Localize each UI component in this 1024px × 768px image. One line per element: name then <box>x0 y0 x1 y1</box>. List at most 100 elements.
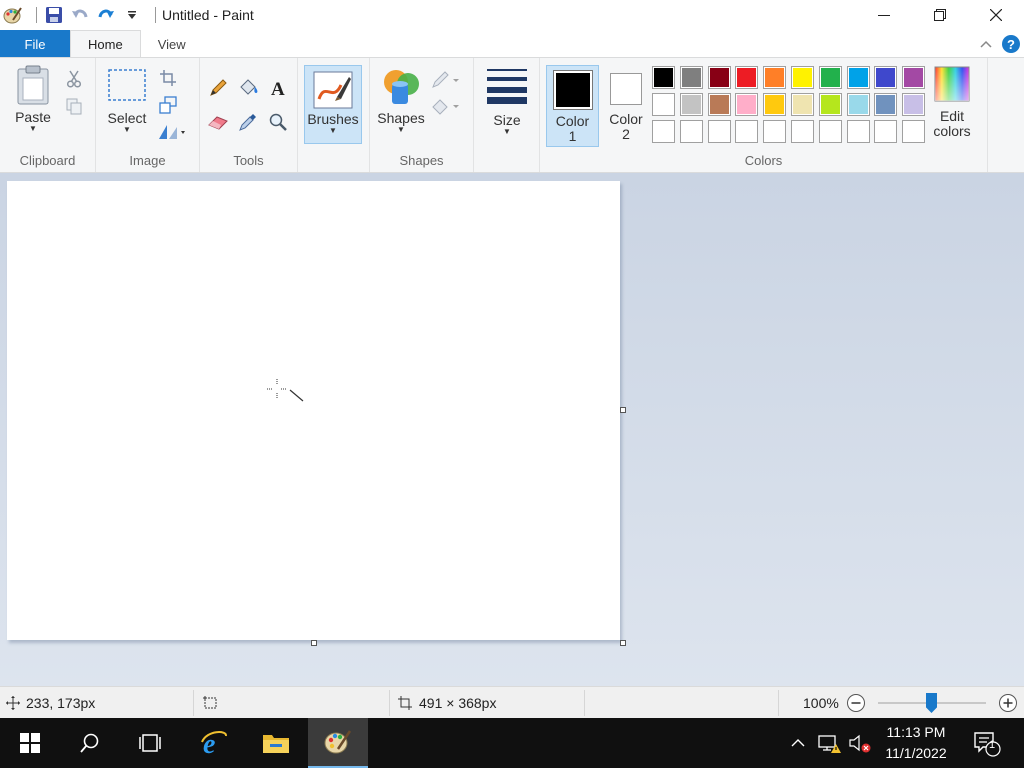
text-icon[interactable]: A <box>266 76 290 100</box>
window-title: Untitled - Paint <box>162 7 254 23</box>
palette-swatch[interactable] <box>763 66 787 89</box>
eraser-icon[interactable] <box>206 110 230 134</box>
brushes-dropdown-icon: ▼ <box>329 126 337 135</box>
internet-explorer-button[interactable]: e <box>184 718 244 768</box>
clock[interactable]: 11:13 PM 11/1/2022 <box>872 722 960 764</box>
size-button[interactable]: Size ▼ <box>482 66 532 144</box>
brushes-button[interactable]: Brushes ▼ <box>304 65 362 144</box>
customize-qat-icon[interactable] <box>121 4 143 26</box>
resize-handle-right[interactable] <box>620 407 626 413</box>
palette-swatch-fill <box>904 122 924 141</box>
palette-swatch[interactable] <box>846 93 870 116</box>
palette-swatch[interactable] <box>735 120 759 143</box>
palette-swatch[interactable] <box>902 120 926 143</box>
search-button[interactable] <box>60 718 120 768</box>
tab-file[interactable]: File <box>0 30 70 58</box>
zoom-in-button[interactable] <box>998 687 1018 719</box>
start-button[interactable] <box>0 718 60 768</box>
palette-swatch[interactable] <box>707 93 731 116</box>
palette-swatch[interactable] <box>846 120 870 143</box>
volume-button[interactable] <box>846 718 874 768</box>
action-center-button[interactable]: 1 <box>966 718 1006 768</box>
palette-swatch[interactable] <box>652 120 675 143</box>
status-divider <box>584 690 585 716</box>
edit-colors-button[interactable]: Edit colors <box>928 66 976 148</box>
chevron-up-icon <box>791 739 805 747</box>
pencil-icon[interactable] <box>206 76 230 100</box>
task-view-icon <box>139 734 161 752</box>
network-status-button[interactable] <box>814 718 844 768</box>
color1-button[interactable]: Color 1 <box>546 65 599 147</box>
palette-swatch[interactable] <box>874 66 898 89</box>
palette-swatch[interactable] <box>791 66 814 89</box>
minimize-button[interactable] <box>856 0 912 30</box>
resize-handle-corner[interactable] <box>620 640 626 646</box>
minimize-ribbon-icon[interactable] <box>980 39 992 49</box>
palette-swatch-fill <box>654 68 673 87</box>
palette-swatch[interactable] <box>763 120 787 143</box>
tab-home[interactable]: Home <box>70 30 141 58</box>
palette-swatch[interactable] <box>679 93 703 116</box>
status-divider <box>389 690 390 716</box>
color2-button[interactable]: Color 2 <box>602 65 650 147</box>
brush-icon <box>313 71 353 109</box>
palette-swatch[interactable] <box>707 66 731 89</box>
restore-button[interactable] <box>912 0 968 30</box>
edit-colors-icon <box>934 66 970 102</box>
palette-swatch[interactable] <box>652 93 675 116</box>
palette-swatch[interactable] <box>791 120 814 143</box>
palette-swatch[interactable] <box>818 120 842 143</box>
copy-icon[interactable] <box>62 94 86 118</box>
resize-handle-bottom[interactable] <box>311 640 317 646</box>
rotate-icon[interactable] <box>156 120 188 144</box>
minimize-icon <box>878 15 890 16</box>
palette-swatch[interactable] <box>679 120 703 143</box>
help-icon[interactable]: ? <box>1002 35 1020 53</box>
fill-shape-icon[interactable] <box>430 94 462 118</box>
zoom-out-button[interactable] <box>846 687 866 719</box>
zoom-slider[interactable] <box>878 687 988 719</box>
file-explorer-button[interactable] <box>246 718 306 768</box>
palette-swatch[interactable] <box>735 93 759 116</box>
palette-swatch[interactable] <box>818 66 842 89</box>
palette-swatch-fill <box>820 122 840 141</box>
paint-taskbar-button[interactable] <box>308 718 368 768</box>
redo-icon[interactable] <box>95 4 117 26</box>
shapes-icon <box>384 70 419 104</box>
paste-button[interactable]: Paste ▼ <box>6 64 60 144</box>
shapes-label: Shapes <box>377 110 425 126</box>
drawing-canvas[interactable] <box>7 181 620 640</box>
cut-icon[interactable] <box>62 67 86 91</box>
palette-swatch-fill <box>709 95 729 114</box>
tab-view[interactable]: View <box>141 30 203 58</box>
save-icon[interactable] <box>43 4 65 26</box>
crop-icon[interactable] <box>156 66 180 90</box>
task-view-button[interactable] <box>120 718 180 768</box>
palette-swatch[interactable] <box>763 93 787 116</box>
palette-swatch[interactable] <box>902 66 926 89</box>
show-hidden-icons-button[interactable] <box>786 718 810 768</box>
color-picker-icon[interactable] <box>236 110 260 134</box>
palette-swatch[interactable] <box>735 66 759 89</box>
palette-swatch[interactable] <box>707 120 731 143</box>
magnifier-icon[interactable] <box>266 110 290 134</box>
shapes-button[interactable]: Shapes ▼ <box>376 66 426 144</box>
palette-swatch[interactable] <box>818 93 842 116</box>
close-button[interactable] <box>968 0 1024 30</box>
paint-app-icon[interactable] <box>2 4 24 26</box>
size-group: Size ▼ <box>474 58 540 172</box>
zoom-slider-thumb[interactable] <box>926 693 937 713</box>
select-button[interactable]: Select ▼ <box>104 68 150 144</box>
palette-swatch[interactable] <box>874 120 898 143</box>
palette-swatch[interactable] <box>791 93 814 116</box>
palette-swatch[interactable] <box>652 66 675 89</box>
palette-swatch[interactable] <box>874 93 898 116</box>
palette-swatch[interactable] <box>902 93 926 116</box>
outline-icon[interactable] <box>430 68 462 92</box>
resize-icon[interactable] <box>156 93 180 117</box>
palette-swatch[interactable] <box>679 66 703 89</box>
palette-swatch[interactable] <box>846 66 870 89</box>
undo-icon[interactable] <box>69 4 91 26</box>
shapes-dropdown-icon: ▼ <box>397 125 405 134</box>
fill-icon[interactable] <box>236 76 260 100</box>
